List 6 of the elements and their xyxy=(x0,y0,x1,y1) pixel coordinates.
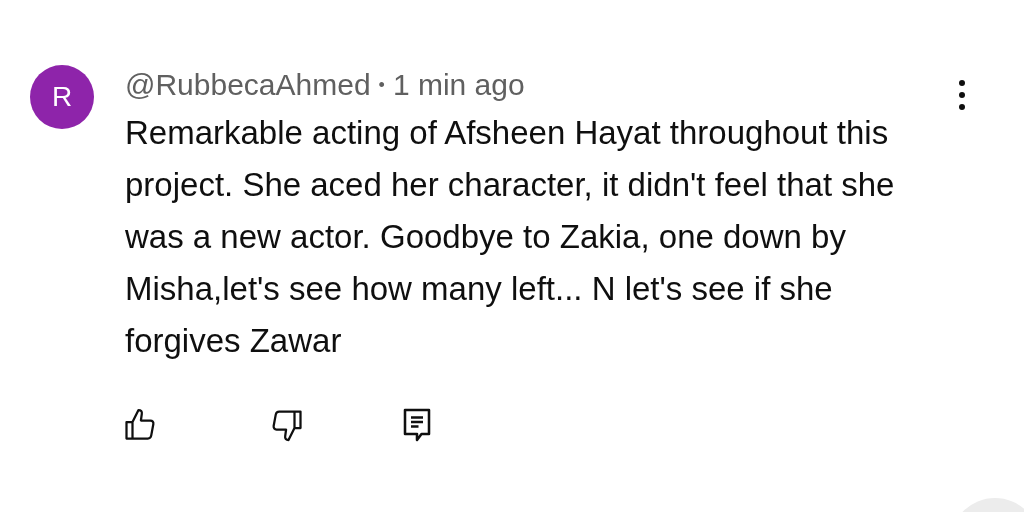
more-icon[interactable] xyxy=(957,78,967,112)
separator-dot: • xyxy=(378,74,385,97)
comment-time: 1 min ago xyxy=(392,67,525,103)
comment-author[interactable]: @RubbecaAhmed xyxy=(125,65,371,105)
avatar[interactable]: R xyxy=(30,65,94,129)
comment-text: Remarkable acting of Afsheen Hayat throughout this project. She aced her character, it didn't feel that she was a new actor. Goodbye to Zakia, one down by Misha,let's see how many left... N let's see if she forgives Zawar xyxy=(125,113,896,361)
